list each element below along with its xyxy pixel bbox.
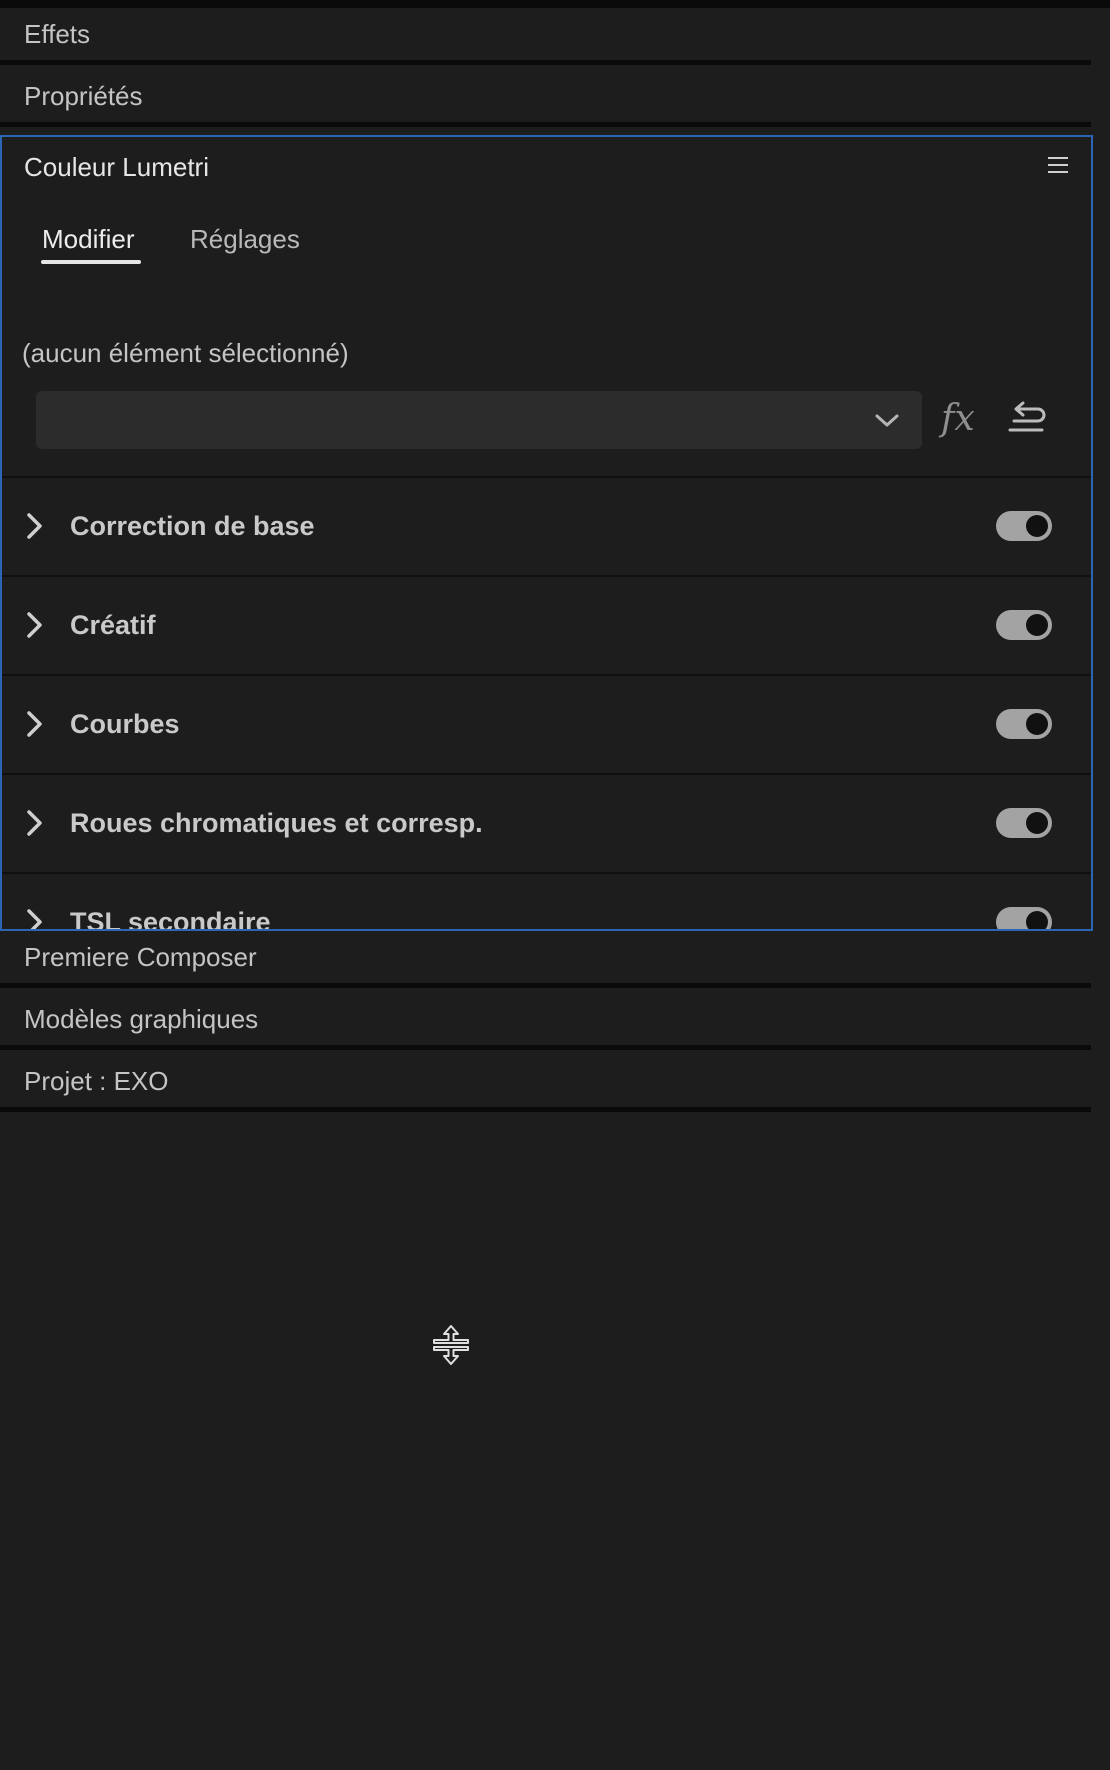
toggle-knob	[1026, 911, 1048, 929]
section-courbes[interactable]: Courbes	[2, 674, 1091, 773]
panel-tab-label: Premiere Composer	[24, 942, 257, 972]
toggle-switch[interactable]	[996, 511, 1052, 541]
chevron-right-icon	[27, 612, 42, 638]
toggle-knob	[1026, 812, 1048, 834]
selection-status: (aucun élément sélectionné)	[22, 338, 349, 368]
lumetri-color-panel: Couleur Lumetri Modifier Réglages (aucun…	[0, 135, 1093, 931]
chevron-right-icon	[27, 711, 42, 737]
panel-tab-proprietes[interactable]: Propriétés	[0, 70, 1091, 127]
toggle-knob	[1026, 614, 1048, 636]
fx-icon[interactable]: fx	[941, 393, 975, 445]
section-roues-chromatiques[interactable]: Roues chromatiques et corresp.	[2, 773, 1091, 872]
chevron-right-icon	[27, 909, 42, 929]
reset-icon[interactable]	[1006, 401, 1046, 437]
tab-modifier[interactable]: Modifier	[42, 219, 134, 259]
tab-reglages[interactable]: Réglages	[190, 219, 300, 259]
chevron-right-icon	[27, 513, 42, 539]
panel-tab-modeles-graphiques[interactable]: Modèles graphiques	[0, 993, 1091, 1050]
panel-tab-effets[interactable]: Effets	[0, 8, 1091, 65]
panel-tab-projet[interactable]: Projet : EXO	[0, 1055, 1091, 1112]
top-edge	[0, 0, 1110, 8]
app-root: Effets Propriétés Couleur Lumetri Modifi…	[0, 0, 1110, 1770]
toggle-knob	[1026, 515, 1048, 537]
section-label: Courbes	[70, 709, 180, 739]
toggle-switch[interactable]	[996, 808, 1052, 838]
toggle-switch[interactable]	[996, 907, 1052, 929]
panel-tab-premiere-composer[interactable]: Premiere Composer	[0, 931, 1091, 988]
resize-cursor-icon	[433, 1325, 469, 1365]
section-label: TSL secondaire	[70, 907, 271, 931]
section-label: Correction de base	[70, 511, 315, 541]
toggle-knob	[1026, 713, 1048, 735]
panel-tab-label: Effets	[24, 19, 91, 49]
section-label: Roues chromatiques et corresp.	[70, 808, 483, 838]
chevron-right-icon	[27, 810, 42, 836]
clip-selector-dropdown[interactable]	[36, 391, 922, 449]
panel-tab-label: Projet : EXO	[24, 1066, 169, 1096]
section-correction-de-base[interactable]: Correction de base	[2, 476, 1091, 575]
toggle-switch[interactable]	[996, 610, 1052, 640]
toggle-switch[interactable]	[996, 709, 1052, 739]
section-label: Créatif	[70, 610, 156, 640]
section-tsl-secondaire[interactable]: TSL secondaire	[2, 872, 1091, 931]
panel-tab-label: Propriétés	[24, 81, 143, 111]
active-tab-indicator	[41, 260, 141, 264]
section-creatif[interactable]: Créatif	[2, 575, 1091, 674]
panel-tab-label: Modèles graphiques	[24, 1004, 259, 1034]
chevron-down-icon	[875, 414, 899, 427]
panel-title[interactable]: Couleur Lumetri	[24, 147, 209, 187]
hamburger-menu-icon[interactable]	[1048, 157, 1068, 175]
